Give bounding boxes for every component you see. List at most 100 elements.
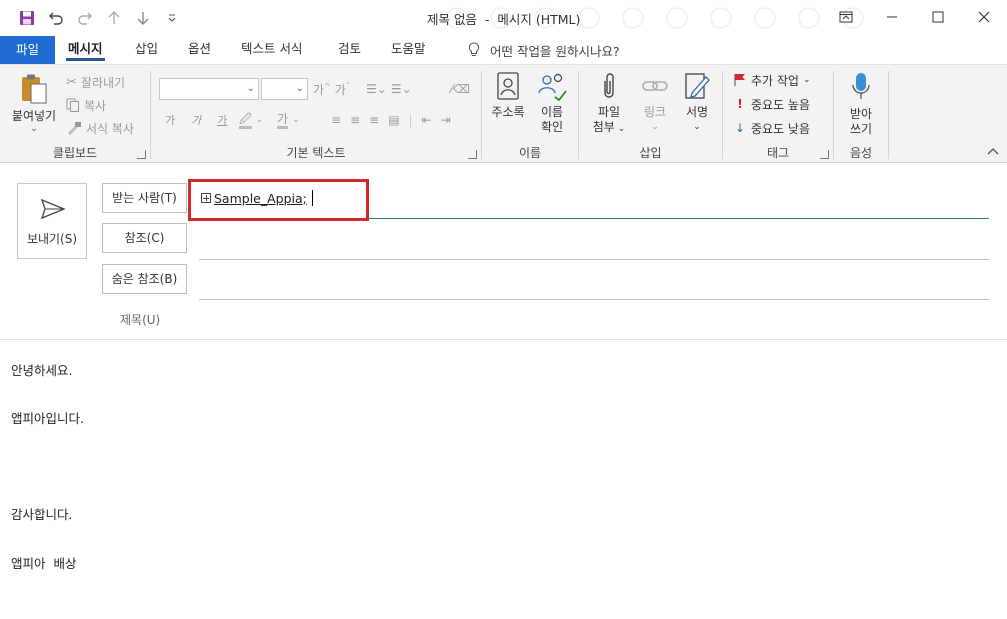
tab-file[interactable]: 파일 bbox=[0, 36, 55, 64]
customize-qat-icon[interactable] bbox=[157, 7, 186, 29]
send-label: 보내기(S) bbox=[26, 232, 78, 246]
send-button[interactable]: 보내기(S) bbox=[17, 183, 87, 259]
format-painter-label: 서식 복사 bbox=[86, 121, 134, 136]
body-line-signature[interactable]: 앱피아 배상 bbox=[11, 553, 76, 572]
link-button[interactable]: 링크 ⌄ bbox=[633, 71, 677, 135]
basic-text-group-label: 기본 텍스트 bbox=[286, 146, 346, 160]
low-importance-label: 중요도 낮음 bbox=[751, 121, 811, 136]
subject-label: 제목(U) bbox=[120, 313, 161, 327]
align-right-icon[interactable]: ≡ bbox=[369, 113, 379, 127]
bcc-field[interactable] bbox=[199, 299, 989, 300]
redo-icon[interactable] bbox=[70, 7, 99, 29]
close-icon[interactable] bbox=[961, 0, 1007, 34]
clipboard-dialog-launcher[interactable] bbox=[137, 150, 146, 159]
arrow-up-icon[interactable] bbox=[99, 7, 128, 29]
link-label: 링크 bbox=[643, 105, 667, 119]
basic-text-group: ⌄ ⌄ 가^ 가ˇ ☰⌄ ☰⌄ ⁄⌫ 가 가 가 🖉 ⌄ 가 ⌄ ≡ ≡ ≡ ▤ | bbox=[151, 65, 481, 163]
dictate-button[interactable]: 받아 쓰기 bbox=[838, 71, 884, 137]
names-group: 주소록 이름 확인 이름 bbox=[482, 65, 578, 163]
decrease-indent-icon[interactable]: ⇤ bbox=[422, 113, 432, 127]
address-book-icon bbox=[497, 72, 519, 100]
paste-button[interactable]: 붙여넣기 ⌄ bbox=[8, 73, 60, 134]
tags-dialog-launcher[interactable] bbox=[820, 150, 829, 159]
chevron-down-icon: ⌄ bbox=[295, 83, 304, 94]
bold-button[interactable]: 가 bbox=[165, 112, 175, 128]
tab-options[interactable]: 옵션 bbox=[178, 36, 221, 64]
align-center-icon[interactable]: ≡ bbox=[350, 113, 360, 127]
arrow-down-icon[interactable] bbox=[128, 7, 157, 29]
tab-help[interactable]: 도움말 bbox=[381, 36, 436, 64]
body-line-greeting[interactable]: 안녕하세요. bbox=[11, 360, 72, 379]
underline-button[interactable]: 가 bbox=[217, 112, 227, 128]
font-size-combo[interactable]: ⌄ bbox=[261, 78, 308, 100]
send-icon bbox=[40, 198, 66, 220]
font-name-combo[interactable]: ⌄ bbox=[159, 78, 259, 100]
increase-indent-icon[interactable]: ⇥ bbox=[441, 113, 451, 127]
tab-message[interactable]: 메시지 bbox=[58, 36, 113, 64]
voice-group-label: 음성 bbox=[849, 146, 873, 160]
clear-formatting-icon[interactable]: ⁄⌫ bbox=[451, 79, 470, 99]
tell-me-box[interactable]: 어떤 작업을 원하시나요? bbox=[468, 36, 620, 64]
font-color-button[interactable]: 가 ⌄ bbox=[277, 110, 300, 130]
link-icon bbox=[642, 81, 668, 91]
list-buttons: ☰⌄ ☰⌄ bbox=[366, 79, 412, 99]
font-color-icon: 가 bbox=[277, 112, 289, 129]
highlight-color-button[interactable]: 🖉 ⌄ bbox=[239, 110, 263, 130]
cut-label: 잘라내기 bbox=[80, 75, 126, 90]
address-book-button[interactable]: 주소록 bbox=[486, 71, 530, 120]
undo-icon[interactable] bbox=[41, 7, 70, 29]
attach-file-button[interactable]: 파일 첨부 ⌄ bbox=[587, 71, 631, 137]
tab-format-text[interactable]: 텍스트 서식 bbox=[231, 36, 312, 64]
follow-up-button[interactable]: 추가 작업 ⌄ bbox=[733, 70, 811, 90]
body-line-intro[interactable]: 앱피아입니다. bbox=[11, 408, 84, 427]
group-separator bbox=[888, 71, 889, 159]
bcc-button[interactable]: 숨은 참조(B) bbox=[102, 264, 187, 294]
alignment-buttons: ≡ ≡ ≡ ▤ | ⇤ ⇥ bbox=[331, 113, 451, 127]
header-body-divider bbox=[0, 339, 1007, 340]
cc-button[interactable]: 참조(C) bbox=[102, 223, 187, 253]
italic-button[interactable]: 가 bbox=[191, 112, 201, 128]
low-importance-button[interactable]: ↓ 중요도 낮음 bbox=[733, 118, 810, 138]
format-painter-button[interactable]: 서식 복사 bbox=[66, 118, 134, 138]
follow-up-label: 추가 작업 bbox=[751, 73, 799, 88]
ribbon-tabs: 파일 메시지 삽입 옵션 텍스트 서식 검토 도움말 어떤 작업을 원하시나요? bbox=[0, 36, 1007, 64]
cc-field[interactable] bbox=[199, 259, 989, 260]
collapse-ribbon-icon[interactable] bbox=[987, 144, 999, 158]
signature-button[interactable]: 서명 ⌄ bbox=[677, 71, 717, 135]
save-icon[interactable] bbox=[12, 7, 41, 29]
dictate-label-2: 쓰기 bbox=[849, 122, 873, 136]
justify-icon[interactable]: ▤ bbox=[388, 113, 399, 127]
clipboard-group-label: 클립보드 bbox=[52, 146, 98, 160]
copy-icon bbox=[66, 98, 79, 112]
align-left-icon[interactable]: ≡ bbox=[331, 113, 341, 127]
bullets-icon[interactable]: ☰⌄ bbox=[366, 82, 387, 96]
check-names-label-1: 이름 bbox=[540, 105, 564, 119]
shrink-font-icon[interactable]: 가ˇ bbox=[335, 81, 350, 98]
grow-font-icon[interactable]: 가^ bbox=[313, 81, 331, 98]
insert-group-label: 삽입 bbox=[639, 146, 662, 160]
ribbon-display-options-icon[interactable] bbox=[823, 0, 869, 34]
copy-button[interactable]: 복사 bbox=[66, 95, 106, 115]
tab-review[interactable]: 검토 bbox=[328, 36, 371, 64]
tell-me-text: 어떤 작업을 원하시나요? bbox=[490, 43, 620, 59]
maximize-icon[interactable] bbox=[915, 0, 961, 34]
tab-insert[interactable]: 삽입 bbox=[125, 36, 168, 64]
cut-button[interactable]: ✂ 잘라내기 bbox=[66, 72, 125, 92]
check-names-button[interactable]: 이름 확인 bbox=[532, 71, 572, 135]
numbering-icon[interactable]: ☰⌄ bbox=[391, 82, 412, 96]
address-book-label: 주소록 bbox=[491, 105, 525, 119]
minimize-icon[interactable] bbox=[869, 0, 915, 34]
ribbon: 붙여넣기 ⌄ ✂ 잘라내기 복사 서식 복사 클립보드 ⌄ ⌄ 가^ 가ˇ ☰⌄… bbox=[0, 64, 1007, 163]
paperclip-icon bbox=[604, 73, 614, 98]
scissors-icon: ✂ bbox=[66, 74, 77, 90]
to-button[interactable]: 받는 사람(T) bbox=[102, 183, 187, 213]
window-title: 제목 없음 - 메시지 (HTML) bbox=[427, 12, 581, 27]
font-grow-shrink[interactable]: 가^ 가ˇ bbox=[313, 79, 350, 99]
high-importance-button[interactable]: ! 중요도 높음 bbox=[733, 94, 810, 114]
check-names-label-2: 확인 bbox=[540, 120, 564, 134]
basic-text-dialog-launcher[interactable] bbox=[468, 150, 477, 159]
body-line-thanks[interactable]: 감사합니다. bbox=[11, 504, 72, 523]
lightbulb-icon bbox=[468, 42, 480, 56]
low-importance-icon: ↓ bbox=[734, 121, 746, 135]
title-bar: 제목 없음 - 메시지 (HTML) bbox=[0, 0, 1007, 36]
